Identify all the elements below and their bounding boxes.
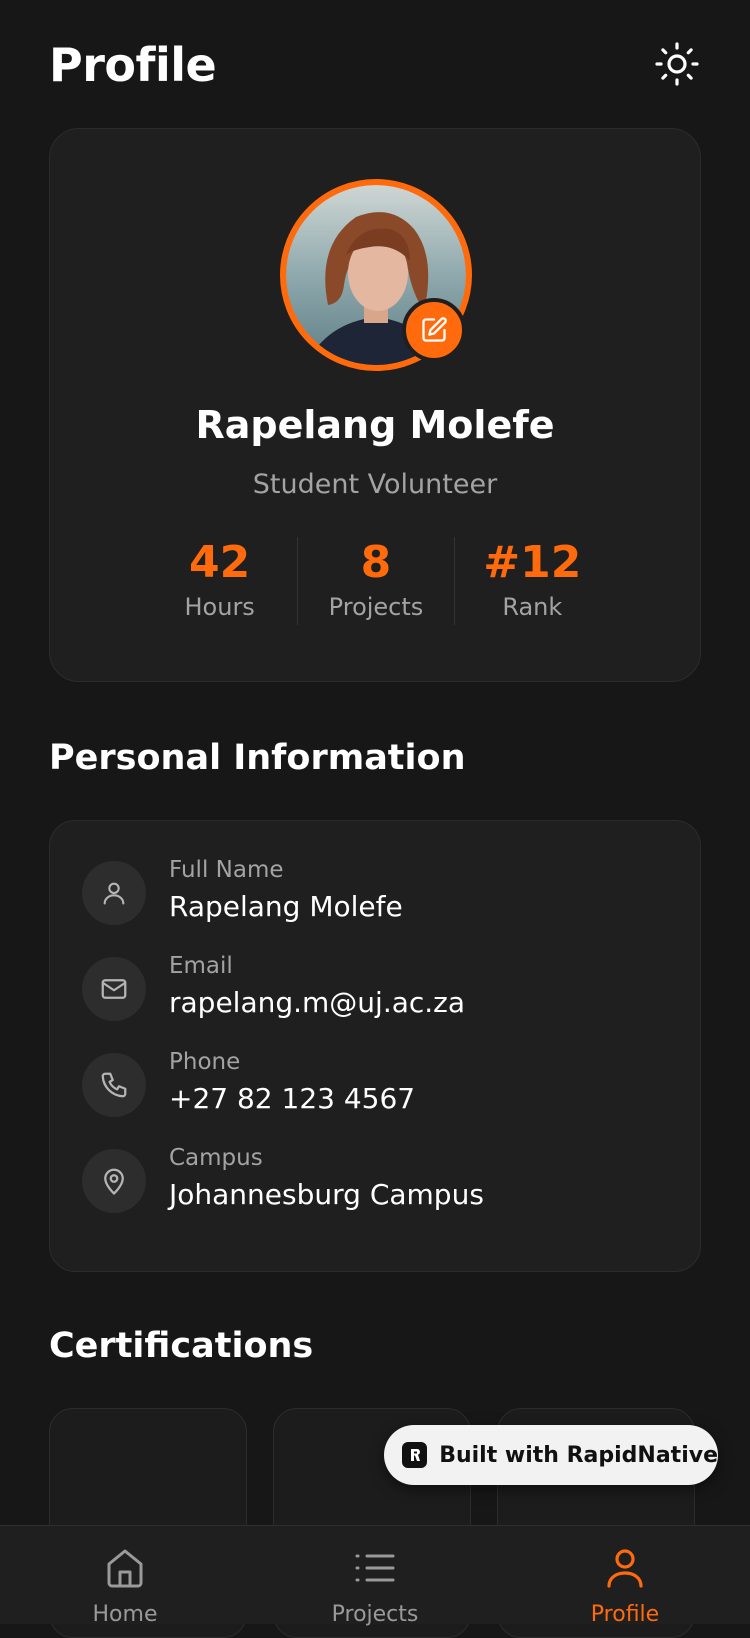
stat-label: Rank [502,593,563,621]
stats-row: 42 Hours 8 Projects #12 Rank [142,537,610,625]
map-pin-icon [104,1168,124,1195]
mail-icon [101,979,127,999]
stat-rank: #12 Rank [453,537,610,625]
info-value: Rapelang Molefe [169,890,403,923]
stat-label: Projects [328,593,424,621]
built-with-badge[interactable]: Built with RapidNative [384,1425,718,1485]
stat-value: #12 [483,537,582,588]
info-value: Johannesburg Campus [169,1178,484,1211]
personal-info-title: Personal Information [49,738,466,778]
stat-label: Hours [184,593,255,621]
edit-avatar-button[interactable] [402,298,466,362]
phone-icon [101,1072,127,1098]
tab-label: Projects [331,1602,419,1627]
tab-projects[interactable]: Projects [250,1526,500,1627]
personal-info-card: Full Name Rapelang Molefe Email rapelang… [49,820,701,1272]
info-row-full-name: Full Name Rapelang Molefe [82,857,676,927]
built-with-text: Built with RapidNative [439,1442,718,1468]
profile-card: Rapelang Molefe Student Volunteer 42 Hou… [49,128,701,682]
info-value: rapelang.m@uj.ac.za [169,986,466,1019]
tab-label: Home [92,1602,158,1627]
sun-icon [655,42,699,86]
tab-label: Profile [590,1602,660,1627]
profile-role: Student Volunteer [252,469,498,500]
list-icon [355,1554,395,1582]
rapidnative-logo-icon [402,1442,428,1468]
home-icon [107,1549,143,1588]
info-label: Phone [169,1049,241,1075]
stat-hours: 42 Hours [142,537,297,625]
stat-value: 8 [360,537,392,588]
info-value: +27 82 123 4567 [169,1082,416,1115]
info-row-campus: Campus Johannesburg Campus [82,1145,676,1215]
tab-home[interactable]: Home [0,1526,250,1627]
profile-name: Rapelang Molefe [195,403,555,447]
tab-profile[interactable]: Profile [500,1526,750,1627]
avatar-container [280,179,472,371]
info-row-email: Email rapelang.m@uj.ac.za [82,953,676,1023]
certifications-title: Certifications [49,1326,314,1366]
info-row-phone: Phone +27 82 123 4567 [82,1049,676,1119]
user-icon [103,882,125,905]
info-label: Full Name [169,857,284,883]
theme-toggle-button[interactable] [653,40,701,88]
stat-value: 42 [189,537,251,588]
page-title: Profile [49,38,217,92]
bottom-tab-bar: Home Projects Profile [0,1525,750,1627]
edit-icon [422,317,447,342]
stat-projects: 8 Projects [297,537,453,625]
info-label: Campus [169,1145,263,1171]
user-icon [607,1549,643,1588]
info-label: Email [169,953,233,979]
header: Profile [49,34,701,96]
